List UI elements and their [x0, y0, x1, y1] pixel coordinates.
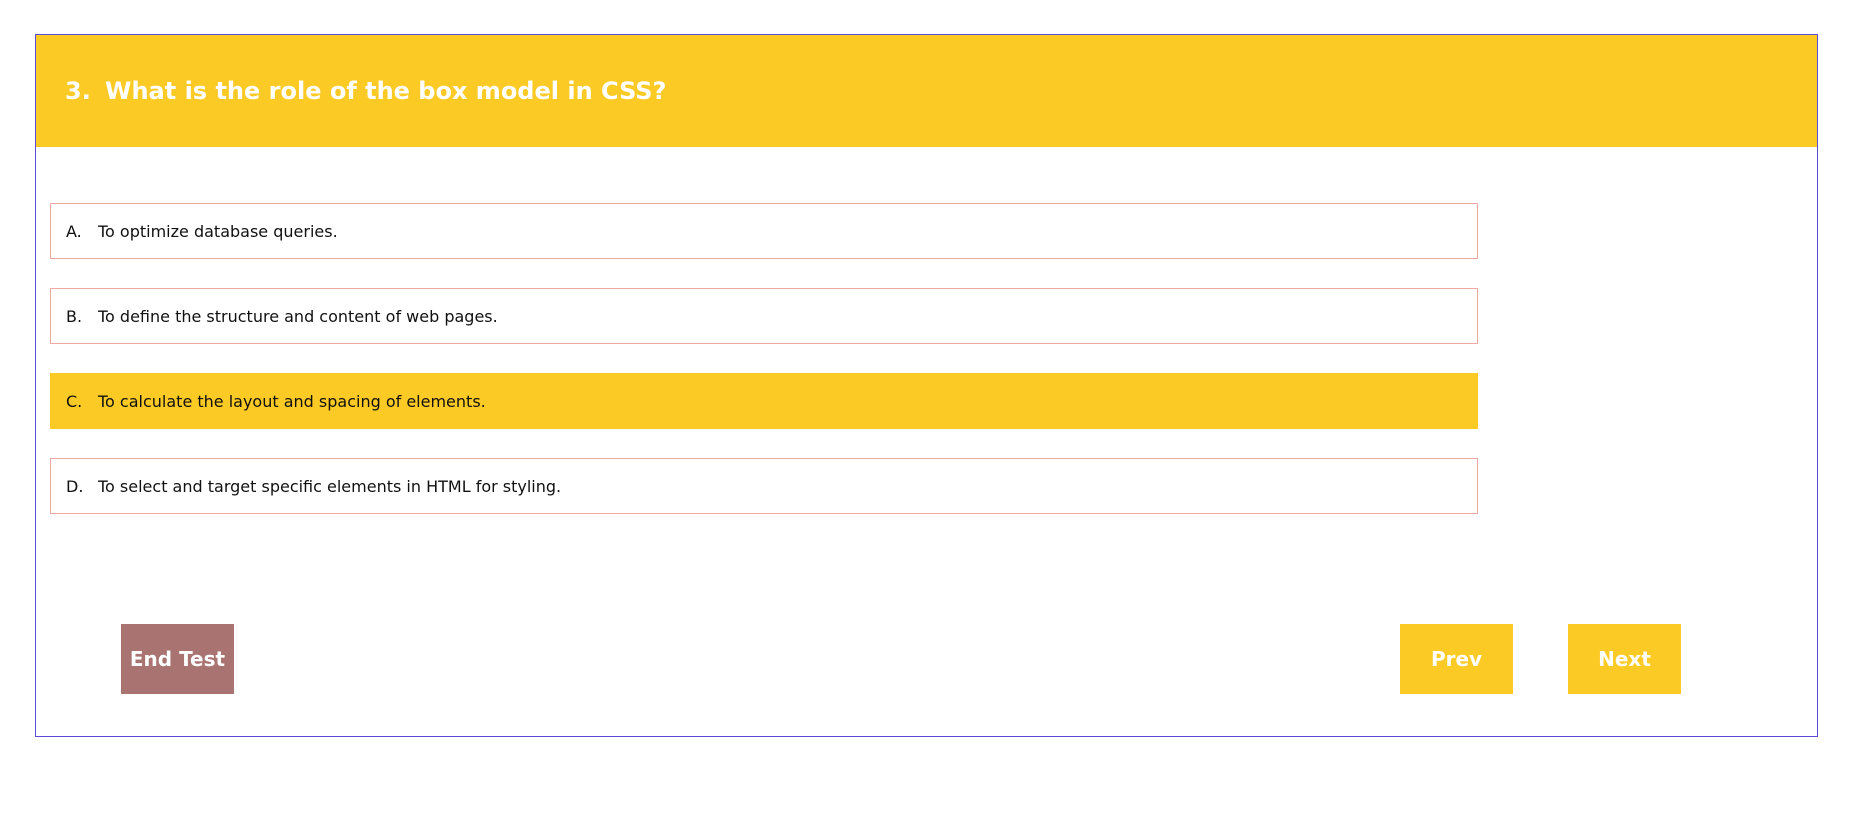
- question-text: What is the role of the box model in CSS…: [105, 77, 667, 105]
- next-button[interactable]: Next: [1568, 624, 1681, 694]
- end-test-button[interactable]: End Test: [121, 624, 234, 694]
- option-letter: D.: [66, 476, 84, 496]
- option-text: To select and target specific elements i…: [98, 476, 562, 496]
- option-c[interactable]: C. To calculate the layout and spacing o…: [50, 373, 1478, 429]
- option-text: To define the structure and content of w…: [98, 306, 498, 326]
- option-a[interactable]: A. To optimize database queries.: [50, 203, 1478, 259]
- option-text: To calculate the layout and spacing of e…: [98, 391, 486, 411]
- option-b[interactable]: B. To define the structure and content o…: [50, 288, 1478, 344]
- option-d[interactable]: D. To select and target specific element…: [50, 458, 1478, 514]
- options-list: A. To optimize database queries. B. To d…: [50, 203, 1478, 543]
- question-header: 3. What is the role of the box model in …: [36, 35, 1817, 147]
- option-letter: A.: [66, 221, 82, 241]
- option-letter: C.: [66, 391, 83, 411]
- prev-button[interactable]: Prev: [1400, 624, 1513, 694]
- question-number: 3.: [65, 77, 91, 105]
- quiz-card: 3. What is the role of the box model in …: [35, 34, 1818, 737]
- option-text: To optimize database queries.: [98, 221, 338, 241]
- option-letter: B.: [66, 306, 83, 326]
